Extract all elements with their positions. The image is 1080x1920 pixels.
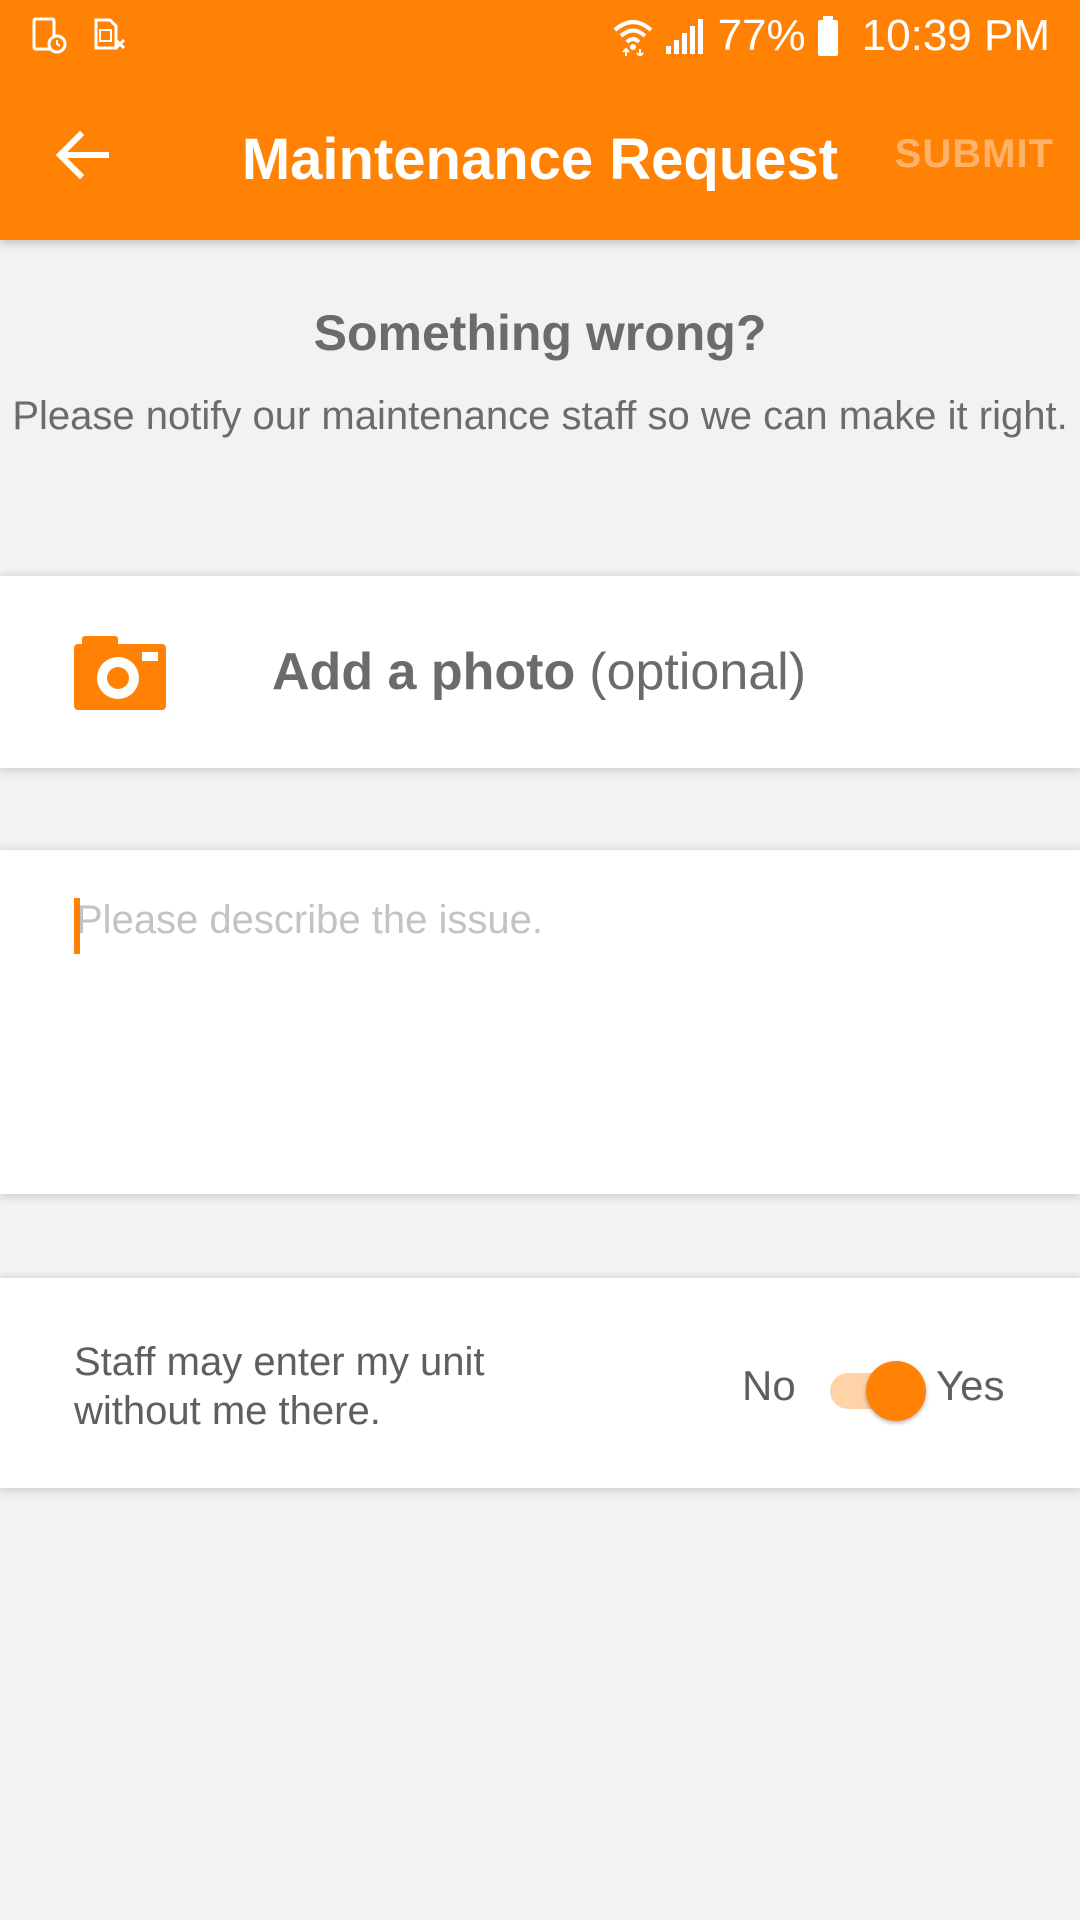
status-bar: 77% 10:39 PM bbox=[0, 0, 1080, 72]
intro-section: Something wrong? Please notify our maint… bbox=[0, 240, 1080, 570]
wifi-icon bbox=[612, 16, 654, 56]
signal-icon bbox=[664, 16, 704, 56]
status-clock: 10:39 PM bbox=[861, 11, 1050, 60]
app-bar: 77% 10:39 PM Maintenance Request SUBMIT bbox=[0, 0, 1080, 240]
describe-card bbox=[0, 850, 1080, 1194]
add-photo-label: Add a photo (optional) bbox=[272, 576, 806, 768]
toggle-no-label: No bbox=[742, 1362, 796, 1409]
status-left-icons bbox=[30, 16, 128, 59]
battery-icon bbox=[816, 15, 840, 57]
submit-button[interactable]: SUBMIT bbox=[895, 132, 1054, 177]
battery-percentage: 77% bbox=[717, 11, 806, 60]
entry-permission-toggle[interactable] bbox=[830, 1360, 930, 1421]
text-cursor bbox=[74, 898, 80, 954]
add-photo-button[interactable]: Add a photo (optional) bbox=[0, 576, 1080, 768]
intro-text: Please notify our maintenance staff so w… bbox=[12, 394, 1068, 438]
entry-permission-card: Staff may enter my unit without me there… bbox=[0, 1278, 1080, 1488]
intro-heading: Something wrong? bbox=[313, 305, 767, 361]
add-photo-label-bold: Add a photo bbox=[272, 643, 576, 701]
add-photo-label-optional: (optional) bbox=[589, 643, 807, 701]
sim-card-icon bbox=[90, 16, 128, 59]
entry-permission-text: Staff may enter my unit without me there… bbox=[74, 1340, 485, 1433]
issue-description-input[interactable] bbox=[74, 894, 1036, 1154]
toolbar: Maintenance Request SUBMIT bbox=[0, 72, 1080, 240]
screenshot-notification-icon bbox=[30, 16, 68, 59]
toggle-thumb bbox=[866, 1361, 926, 1421]
status-right: 77% 10:39 PM bbox=[612, 8, 1050, 64]
toggle-yes-label: Yes bbox=[936, 1362, 1005, 1409]
camera-icon bbox=[74, 636, 166, 715]
